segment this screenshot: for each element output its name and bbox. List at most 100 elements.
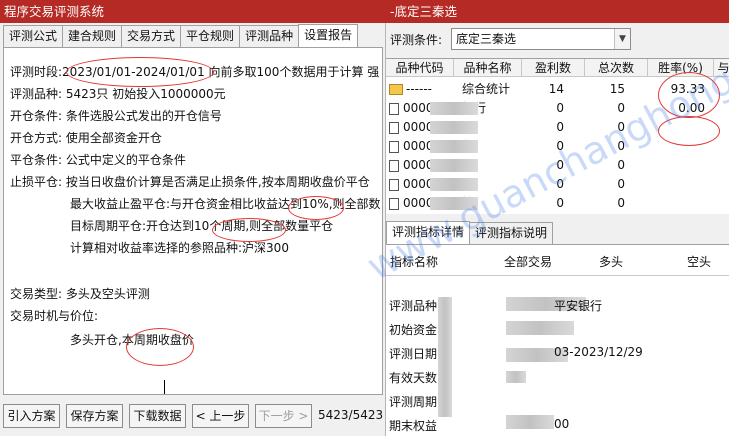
- open-cond-value: 条件选股公式发出的开仓信号: [65, 109, 222, 123]
- tab-formula[interactable]: 评测公式: [3, 25, 64, 47]
- trade-timing-value: 多头开仓,本周期收盘价: [70, 333, 194, 347]
- grid-cell-winrate[interactable]: [648, 195, 705, 212]
- grid-cell-profit[interactable]: 0: [522, 138, 564, 155]
- grid-cell-total[interactable]: 0: [585, 157, 625, 174]
- document-icon: [389, 140, 399, 153]
- download-data-button[interactable]: 下载数据: [129, 404, 186, 428]
- tab-varieties[interactable]: 评测品种: [239, 25, 300, 47]
- period-note: 向前多取100个数据用于计算 强: [204, 65, 380, 79]
- grid-cell-code-text: 0000: [403, 177, 434, 191]
- document-icon: [389, 178, 399, 191]
- grid-cell-code-text: 0000: [403, 158, 434, 172]
- detail-row-label: 期末权益: [389, 419, 438, 433]
- varieties-value: 5423只 初始投入1000000元: [65, 87, 226, 101]
- tab-indicator-detail[interactable]: 评测指标详情: [386, 221, 471, 244]
- indicator-detail-panel[interactable]: 指标名称 全部交易 多头 空头 评测品种 平安银行 初始资金 评测日期 03-2023/…: [386, 244, 729, 436]
- detail-row-value: 03-2023/12/29: [554, 345, 643, 359]
- max-profit-line: 最大收益止盈平仓:与开仓资金相比收益达到10%,则全部数: [70, 197, 381, 211]
- period-label: 评测时段:: [10, 65, 63, 79]
- detail-row-label: 评测周期: [389, 395, 438, 409]
- grid-cell-winrate[interactable]: [648, 176, 705, 193]
- report-open-mode-row: 开仓方式: 使用全部资金开仓: [10, 129, 162, 147]
- grid-cell-winrate[interactable]: 0.00: [648, 100, 705, 117]
- report-close-cond-row: 平仓条件: 公式中定义的平仓条件: [10, 151, 186, 169]
- redaction-block: [438, 297, 452, 417]
- detail-col-all: 全部交易: [504, 255, 553, 269]
- grid-cell-profit[interactable]: 0: [522, 195, 564, 212]
- summary-profit: 14: [548, 82, 564, 96]
- summary-code-text: ------: [406, 82, 432, 96]
- grid-cell-winrate[interactable]: [648, 119, 705, 136]
- tab-close-rules[interactable]: 平仓规则: [180, 25, 241, 47]
- detail-row-label: 评测品种: [389, 299, 438, 313]
- benchmark-line: 计算相对收益率选择的参照品种:沪深300: [70, 241, 289, 255]
- target-period-line: 目标周期平仓:开仓达到10个周期,则全部数量平仓: [70, 219, 334, 233]
- varieties-label: 评测品种:: [10, 87, 63, 101]
- import-plan-button[interactable]: 引入方案: [3, 404, 60, 428]
- grid-cell-winrate[interactable]: [648, 138, 705, 155]
- stop-value: 按当日收盘价计算是否满足止损条件,按本周期收盘价平仓: [65, 175, 370, 189]
- results-window: -底定三秦选 评测条件: 底定三秦选 ▼ 品种代码 品种名称 盈利数 总次数 胜…: [386, 0, 729, 436]
- grid-cell-code-text: 0000: [403, 101, 434, 115]
- col-total-header[interactable]: 总次数: [585, 59, 648, 77]
- grid-cell-profit[interactable]: 0: [522, 100, 564, 117]
- right-tab-bar: 评测指标详情 评测指标说明: [386, 221, 554, 244]
- results-grid[interactable]: 品种代码 品种名称 盈利数 总次数 胜率(%) 与 ------ 综合统计 14…: [386, 58, 729, 214]
- trade-type-row: 交易类型: 多头及空头评测: [10, 285, 150, 303]
- document-icon: [389, 159, 399, 172]
- summary-total: 15: [609, 82, 625, 96]
- tab-trade-mode[interactable]: 交易方式: [121, 25, 182, 47]
- redaction-block: [430, 121, 478, 134]
- grid-cell-code-text: 0000: [403, 139, 434, 153]
- condition-select[interactable]: 底定三秦选 ▼: [451, 28, 631, 50]
- open-cond-label: 开仓条件:: [10, 109, 63, 123]
- tab-indicator-explain[interactable]: 评测指标说明: [469, 222, 554, 244]
- chevron-down-icon[interactable]: ▼: [614, 29, 630, 49]
- col-code-header[interactable]: 品种代码: [386, 59, 454, 77]
- report-varieties-row: 评测品种: 5423只 初始投入1000000元: [10, 85, 226, 103]
- detail-row-value: 平安银行: [554, 299, 603, 313]
- open-mode-label: 开仓方式:: [10, 131, 63, 145]
- col-profit-header[interactable]: 盈利数: [522, 59, 585, 77]
- grid-cell-winrate[interactable]: [648, 157, 705, 174]
- tab-open-rules[interactable]: 建合规则: [62, 25, 123, 47]
- detail-row-label: 评测日期: [389, 347, 438, 361]
- col-name-header[interactable]: 品种名称: [454, 59, 522, 77]
- prev-step-button[interactable]: < 上一步: [192, 404, 249, 428]
- trade-type-label: 交易类型:: [10, 287, 63, 301]
- document-icon: [389, 121, 399, 134]
- grid-cell-total[interactable]: 0: [585, 176, 625, 193]
- report-period-row: 评测时段:2023/01/01-2024/01/01 向前多取100个数据用于计…: [10, 63, 379, 81]
- grid-cell-total[interactable]: 0: [585, 100, 625, 117]
- left-window-title: 程序交易评测系统: [0, 0, 386, 23]
- detail-col-short: 空头: [687, 255, 712, 269]
- close-cond-value: 公式中定义的平仓条件: [65, 153, 186, 167]
- detail-row-label: 有效天数: [389, 371, 438, 385]
- detail-header-divider: [386, 275, 729, 276]
- redaction-block: [430, 159, 478, 172]
- open-mode-value: 使用全部资金开仓: [65, 131, 162, 145]
- grid-cell-total[interactable]: 0: [585, 138, 625, 155]
- grid-cell-profit[interactable]: 0: [522, 176, 564, 193]
- redaction-block: [506, 321, 574, 335]
- next-step-button[interactable]: 下一步 >: [255, 404, 312, 428]
- redaction-block: [506, 371, 526, 383]
- grid-cell-total[interactable]: 0: [585, 119, 625, 136]
- grid-cell-code-text: 0000: [403, 120, 434, 134]
- report-panel[interactable]: 评测时段:2023/01/01-2024/01/01 向前多取100个数据用于计…: [3, 47, 383, 395]
- col-more-header[interactable]: 与: [714, 59, 729, 77]
- tab-report-settings[interactable]: 设置报告: [298, 24, 359, 47]
- stop-label: 止损平仓:: [10, 175, 63, 189]
- summary-winrate: 93.33: [670, 82, 705, 96]
- grid-cell-profit[interactable]: 0: [522, 157, 564, 174]
- folder-icon: [389, 84, 403, 95]
- col-winrate-header[interactable]: 胜率(%): [648, 59, 714, 77]
- summary-code[interactable]: ------: [389, 81, 454, 98]
- grid-cell-total[interactable]: 0: [585, 195, 625, 212]
- text-caret: [164, 380, 165, 394]
- evaluation-system-window: 程序交易评测系统 评测公式 建合规则 交易方式 平仓规则 评测品种 设置报告 评…: [0, 0, 386, 436]
- redaction-block: [506, 415, 554, 429]
- summary-name: 综合统计: [462, 82, 511, 96]
- grid-cell-profit[interactable]: 0: [522, 119, 564, 136]
- save-plan-button[interactable]: 保存方案: [66, 404, 123, 428]
